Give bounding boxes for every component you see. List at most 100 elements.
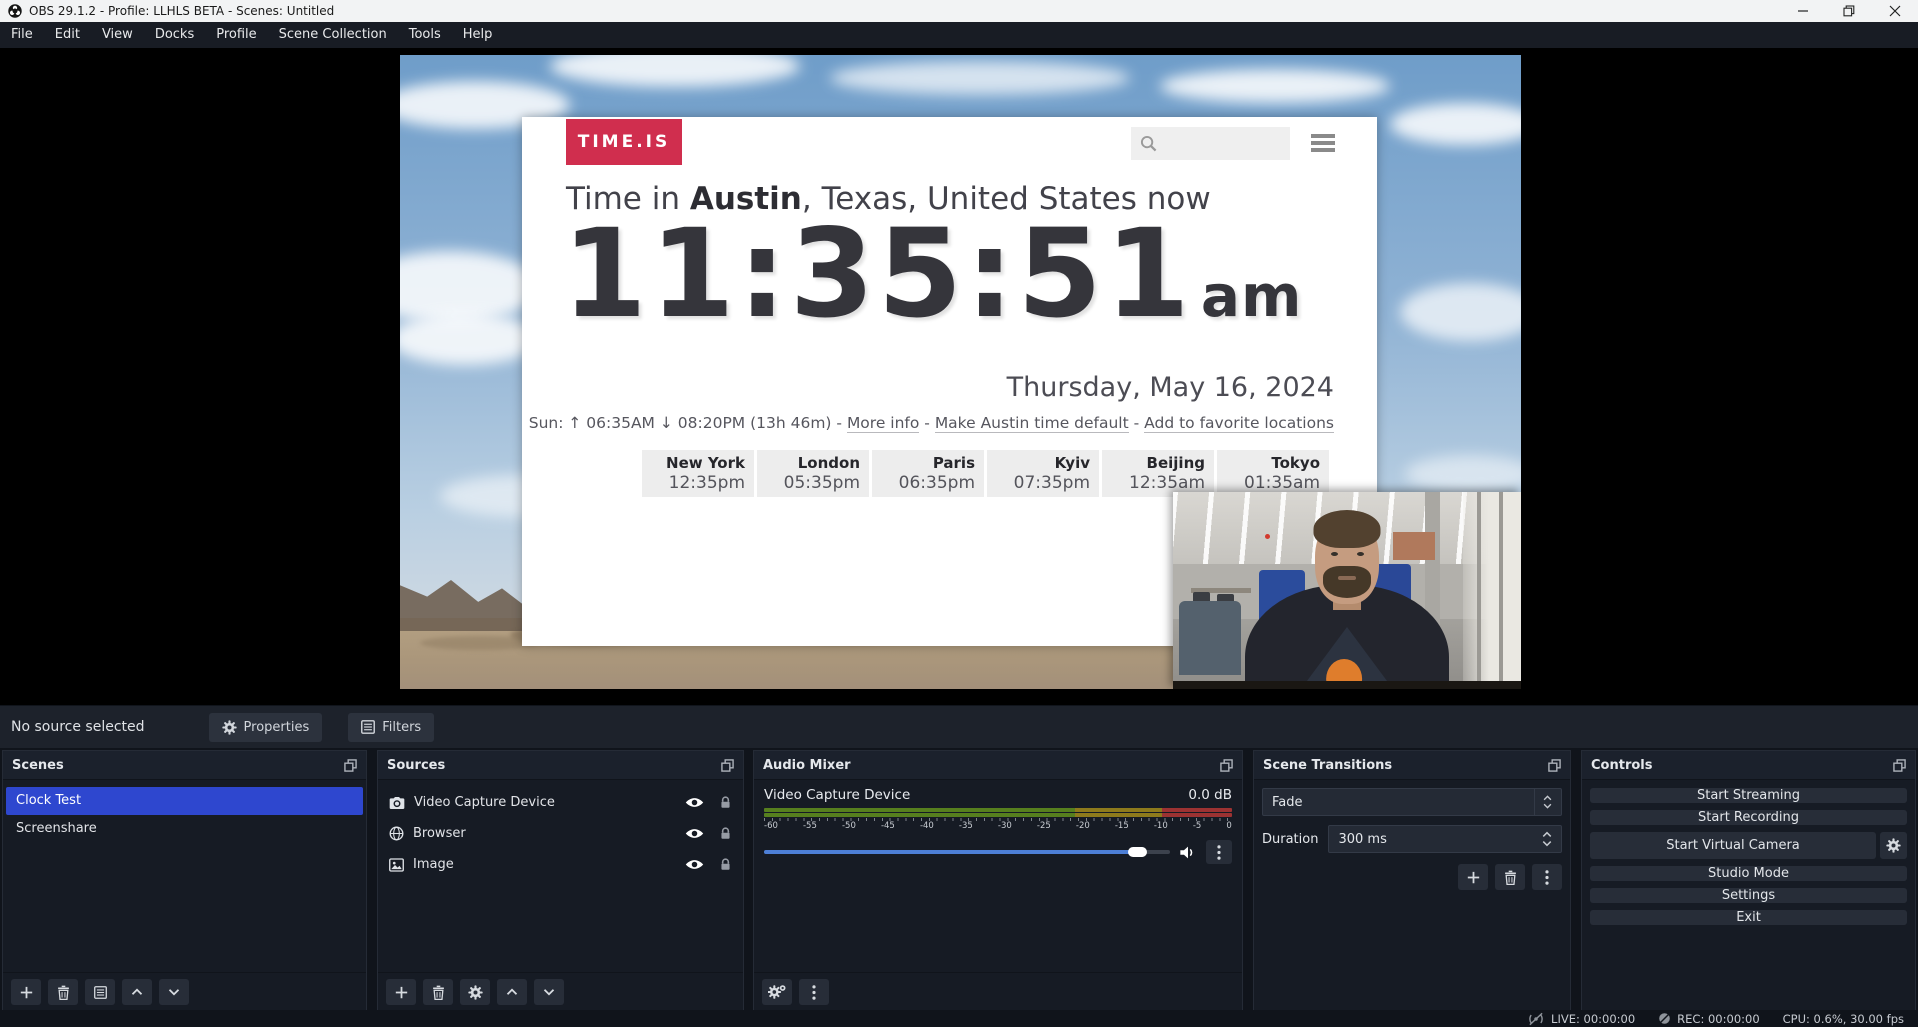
volume-slider-handle[interactable]	[1128, 847, 1147, 857]
move-scene-down-button[interactable]	[159, 979, 189, 1005]
scene-item-clock-test[interactable]: Clock Test	[6, 787, 363, 815]
popout-icon[interactable]	[1893, 759, 1906, 772]
clock-time: 11:35:51	[562, 203, 1193, 345]
hamburger-menu-icon	[1311, 134, 1335, 155]
source-item-browser[interactable]: Browser	[378, 818, 743, 849]
cpu-fps-stats: CPU: 0.6%, 30.00 fps	[1783, 1012, 1904, 1026]
sources-panel: Sources Video Capture Device Browser	[377, 750, 744, 1012]
advanced-audio-button[interactable]	[762, 979, 792, 1005]
remove-scene-button[interactable]	[48, 979, 78, 1005]
cloud	[830, 61, 1130, 95]
mixer-menu-button[interactable]	[799, 979, 829, 1005]
popout-icon[interactable]	[1220, 759, 1233, 772]
start-virtual-camera-button[interactable]: Start Virtual Camera	[1590, 832, 1876, 859]
mixer-channel-menu-button[interactable]	[1206, 840, 1232, 864]
speaker-icon[interactable]	[1179, 845, 1197, 860]
menu-docks[interactable]: Docks	[144, 22, 205, 48]
gear-icon	[222, 720, 237, 735]
add-scene-button[interactable]	[11, 979, 41, 1005]
city-box-london: London 05:35pm	[757, 450, 869, 497]
popout-icon[interactable]	[344, 759, 357, 772]
source-properties-button[interactable]	[460, 979, 490, 1005]
transition-dropdown[interactable]: Fade	[1262, 788, 1562, 816]
close-icon	[1889, 5, 1901, 17]
close-button[interactable]	[1872, 0, 1918, 22]
move-source-down-button[interactable]	[534, 979, 564, 1005]
lock-icon[interactable]	[719, 827, 732, 840]
double-gear-icon	[768, 984, 787, 1000]
move-scene-up-button[interactable]	[122, 979, 152, 1005]
chevron-up-icon	[131, 988, 143, 996]
menu-scene-collection[interactable]: Scene Collection	[268, 22, 398, 48]
menu-edit[interactable]: Edit	[44, 22, 91, 48]
lock-icon[interactable]	[719, 858, 732, 871]
chevron-up-icon[interactable]	[1542, 831, 1552, 838]
popout-icon[interactable]	[721, 759, 734, 772]
controls-panel: Controls Start Streaming Start Recording…	[1581, 750, 1916, 1012]
trash-icon	[1504, 870, 1517, 885]
lock-icon[interactable]	[719, 796, 732, 809]
menu-profile[interactable]: Profile	[205, 22, 267, 48]
chevron-down-icon[interactable]	[1542, 840, 1552, 847]
add-source-button[interactable]	[386, 979, 416, 1005]
duration-spinbox[interactable]: 300 ms	[1328, 825, 1562, 853]
meter-scale: -60-55-50-45-40-35-30-25-20-15-10-50	[764, 821, 1232, 831]
restore-button[interactable]	[1826, 0, 1872, 22]
program-canvas[interactable]: TIME.IS Time in Austin, Texas, United St…	[400, 55, 1521, 689]
visibility-eye-icon[interactable]	[685, 796, 704, 809]
globe-icon	[389, 826, 404, 841]
live-timer: LIVE: 00:00:00	[1551, 1012, 1635, 1026]
transition-menu-button[interactable]	[1532, 864, 1562, 890]
popout-icon[interactable]	[1548, 759, 1561, 772]
menu-file[interactable]: File	[0, 22, 44, 48]
visibility-eye-icon[interactable]	[685, 858, 704, 871]
cloud	[1405, 455, 1521, 493]
webcam-overlay[interactable]	[1173, 492, 1521, 689]
visibility-eye-icon[interactable]	[685, 827, 704, 840]
scene-item-screenshare[interactable]: Screenshare	[6, 815, 363, 843]
cloud	[550, 55, 800, 87]
move-source-up-button[interactable]	[497, 979, 527, 1005]
sources-title: Sources	[387, 758, 445, 773]
virtual-camera-config-button[interactable]	[1880, 832, 1907, 859]
scenes-title: Scenes	[12, 758, 64, 773]
menu-view[interactable]: View	[91, 22, 144, 48]
settings-button[interactable]: Settings	[1590, 888, 1907, 903]
filter-icon	[361, 720, 375, 734]
volume-meter	[764, 808, 1232, 817]
studio-mode-button[interactable]: Studio Mode	[1590, 866, 1907, 881]
source-item-image[interactable]: Image	[378, 849, 743, 880]
add-transition-button[interactable]	[1458, 864, 1488, 890]
start-streaming-button[interactable]: Start Streaming	[1590, 788, 1907, 803]
search-icon	[1140, 135, 1157, 152]
scene-filters-button[interactable]	[85, 979, 115, 1005]
sun-times: Sun: ↑ 06:35AM ↓ 08:20PM (13h 46m) -	[529, 414, 847, 432]
scenes-panel: Scenes Clock Test Screenshare	[2, 750, 367, 1012]
remove-source-button[interactable]	[423, 979, 453, 1005]
clock-ampm: am	[1201, 262, 1303, 330]
exit-button[interactable]: Exit	[1590, 910, 1907, 925]
chevron-down-icon	[168, 988, 180, 996]
minimize-icon	[1797, 5, 1809, 17]
clock-display: 11:35:51am	[562, 213, 1302, 335]
filter-icon	[94, 986, 107, 999]
volume-slider[interactable]	[764, 850, 1170, 854]
image-icon	[389, 858, 404, 872]
remove-transition-button[interactable]	[1495, 864, 1525, 890]
minimize-button[interactable]	[1780, 0, 1826, 22]
rec-timer: REC: 00:00:00	[1677, 1012, 1759, 1026]
menu-tools[interactable]: Tools	[398, 22, 452, 48]
city-box-new-york: New York 12:35pm	[642, 450, 754, 497]
menu-help[interactable]: Help	[452, 22, 504, 48]
make-default-link: Make Austin time default	[935, 414, 1129, 433]
properties-button[interactable]: Properties	[209, 713, 323, 742]
camera-icon	[389, 796, 405, 810]
source-item-video-capture[interactable]: Video Capture Device	[378, 787, 743, 818]
plus-icon	[20, 986, 33, 999]
filters-button[interactable]: Filters	[348, 713, 434, 742]
audio-mixer-panel: Audio Mixer Video Capture Device 0.0 dB …	[753, 750, 1243, 1012]
window-titlebar: OBS 29.1.2 - Profile: LLHLS BETA - Scene…	[0, 0, 1918, 22]
start-recording-button[interactable]: Start Recording	[1590, 810, 1907, 825]
timeis-search-box	[1131, 127, 1290, 160]
audio-mixer-title: Audio Mixer	[763, 758, 851, 773]
